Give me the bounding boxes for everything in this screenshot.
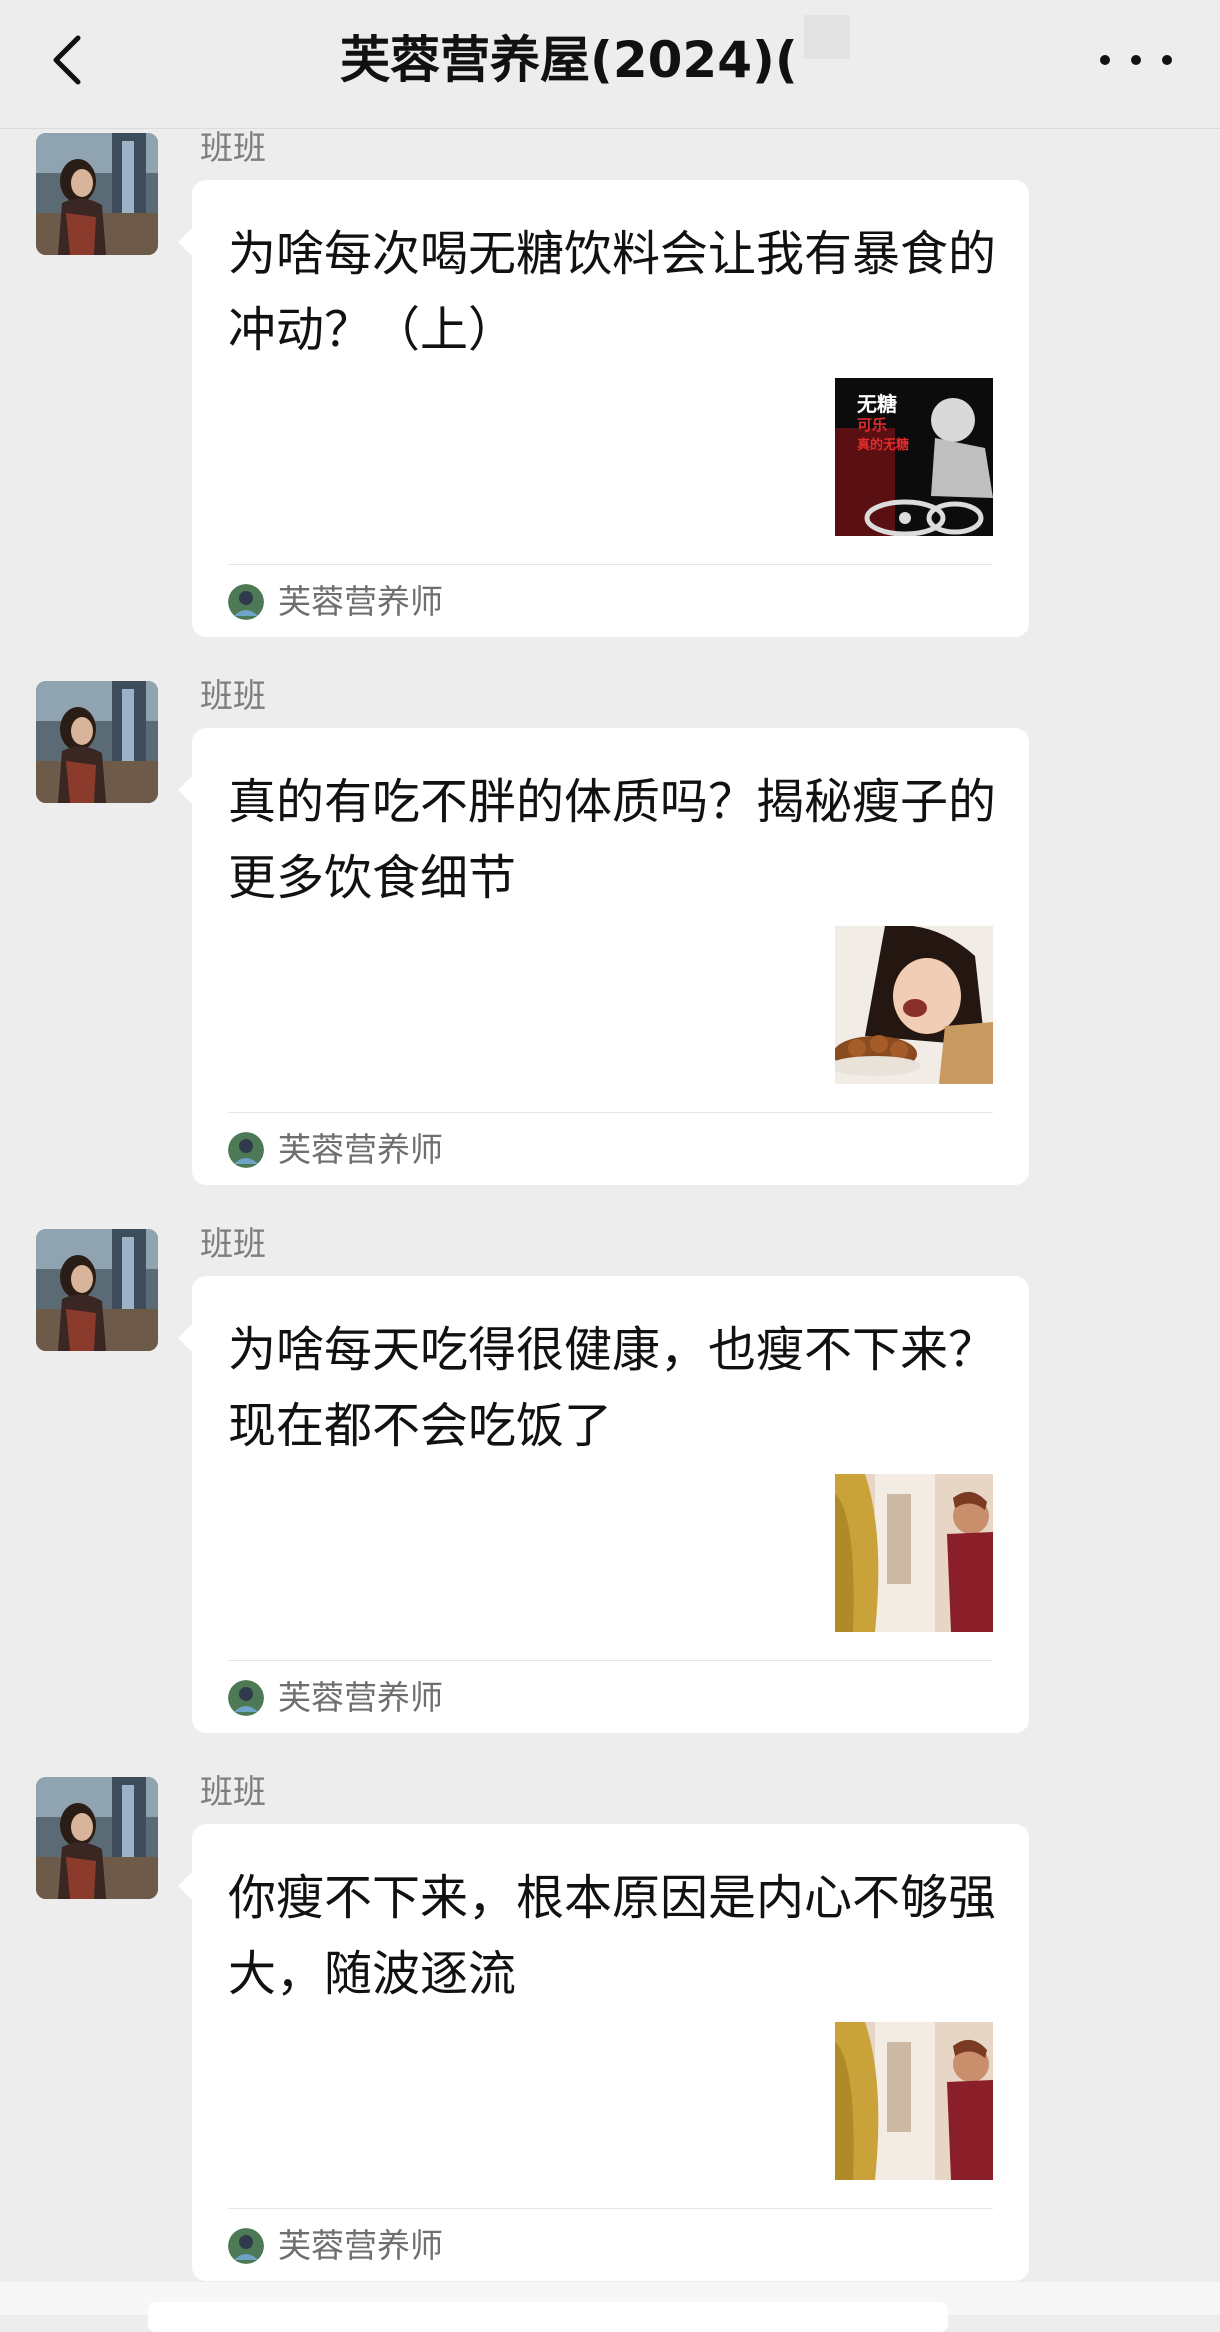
source-avatar (228, 584, 264, 620)
title-redaction (804, 15, 850, 59)
card-divider (228, 564, 993, 565)
avatar[interactable] (36, 681, 158, 803)
source-name: 芙蓉营养师 (278, 2226, 443, 2265)
article-thumbnail (835, 926, 993, 1084)
sender-name: 班班 (200, 676, 266, 715)
chevron-left-icon (53, 35, 81, 85)
article-thumbnail (835, 2022, 993, 2180)
article-source: 芙蓉营养师 (228, 2226, 443, 2266)
chat-title: 芙蓉营养屋(2024)( (340, 31, 798, 89)
article-source: 芙蓉营养师 (228, 582, 443, 622)
more-button[interactable] (1100, 36, 1172, 84)
source-avatar (228, 2228, 264, 2264)
more-dots-icon (1100, 55, 1110, 65)
article-source: 芙蓉营养师 (228, 1678, 443, 1718)
avatar[interactable] (36, 133, 158, 255)
sender-name: 班班 (200, 1224, 266, 1263)
article-title: 为啥每天吃得很健康，也瘦不下来？现在都不会吃饭了 (228, 1322, 997, 1454)
article-card[interactable]: 真的有吃不胖的体质吗？揭秘瘦子的更多饮食细节 芙蓉营养师 (178, 728, 1029, 1185)
source-name: 芙蓉营养师 (278, 1678, 443, 1717)
article-thumbnail (835, 1474, 993, 1632)
source-name: 芙蓉营养师 (278, 1130, 443, 1169)
message-input[interactable] (148, 2302, 948, 2332)
article-title: 你瘦不下来，根本原因是内心不够强大，随波逐流 (228, 1870, 997, 2002)
article-title: 为啥每次喝无糖饮料会让我有暴食的冲动？（上） (228, 226, 997, 358)
back-button[interactable] (38, 28, 98, 92)
source-avatar (228, 1132, 264, 1168)
article-card[interactable]: 为啥每天吃得很健康，也瘦不下来？现在都不会吃饭了 芙蓉营养师 (178, 1276, 1029, 1733)
card-divider (228, 2208, 993, 2209)
input-bar (0, 2282, 1220, 2332)
article-card[interactable]: 为啥每次喝无糖饮料会让我有暴食的冲动？（上） 无糖 可乐 真的无糖 芙蓉营养师 (178, 180, 1029, 637)
sender-name: 班班 (200, 128, 266, 167)
avatar[interactable] (36, 1229, 158, 1351)
card-divider (228, 1112, 993, 1113)
article-card[interactable]: 你瘦不下来，根本原因是内心不够强大，随波逐流 芙蓉营养师 (178, 1824, 1029, 2281)
article-source: 芙蓉营养师 (228, 1130, 443, 1170)
article-title: 真的有吃不胖的体质吗？揭秘瘦子的更多饮食细节 (228, 774, 997, 906)
chat-header: 芙蓉营养屋(2024)( (0, 0, 1220, 129)
sender-name: 班班 (200, 1772, 266, 1811)
source-name: 芙蓉营养师 (278, 582, 443, 621)
source-avatar (228, 1680, 264, 1716)
article-thumbnail: 无糖 可乐 真的无糖 (835, 378, 993, 536)
card-divider (228, 1660, 993, 1661)
avatar[interactable] (36, 1777, 158, 1899)
